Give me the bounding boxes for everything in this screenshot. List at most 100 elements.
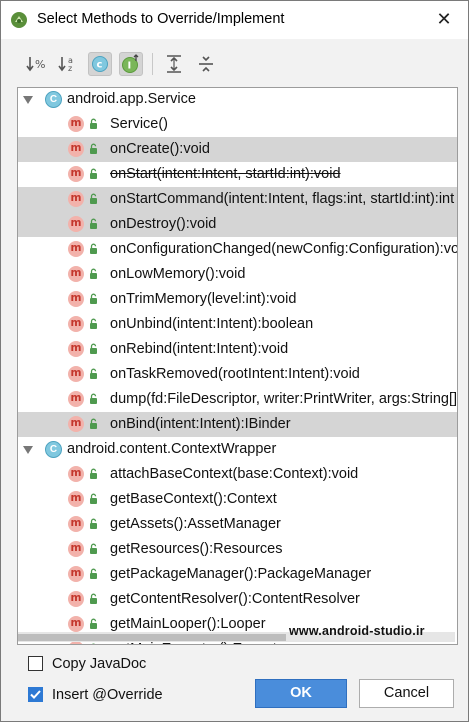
method-signature: onDestroy():void: [110, 216, 217, 232]
method-icon: m: [68, 341, 84, 357]
method-row[interactable]: m getResources():Resources: [18, 537, 457, 562]
visibility-lock-icon: [90, 493, 97, 504]
svg-text:%: %: [35, 58, 45, 71]
method-row[interactable]: m onRebind(intent:Intent):void: [18, 337, 457, 362]
method-signature: onUnbind(intent:Intent):boolean: [110, 316, 314, 332]
method-icon: m: [68, 541, 84, 557]
visibility-lock-icon: [90, 393, 97, 404]
method-row[interactable]: m getPackageManager():PackageManager: [18, 562, 457, 587]
visibility-lock-icon: [90, 168, 97, 179]
method-icon: m: [68, 316, 84, 332]
visibility-lock-icon: [90, 518, 97, 529]
method-signature: getMainLooper():Looper: [110, 616, 266, 632]
title-bar: Select Methods to Override/Implement ✕: [1, 1, 468, 39]
visibility-lock-icon: [90, 543, 97, 554]
override-methods-dialog: Select Methods to Override/Implement ✕ %…: [0, 0, 469, 722]
collapse-all-icon: [199, 56, 213, 72]
visibility-lock-icon: [90, 468, 97, 479]
expand-arrow-icon[interactable]: [23, 446, 33, 454]
method-icon: m: [68, 566, 84, 582]
method-row[interactable]: m onUnbind(intent:Intent):boolean: [18, 312, 457, 337]
method-row[interactable]: m dump(fd:FileDescriptor, writer:PrintWri…: [18, 387, 457, 412]
visibility-lock-icon: [90, 218, 97, 229]
method-signature: Service(): [110, 116, 169, 132]
method-signature: onCreate():void: [110, 141, 210, 157]
copy-javadoc-checkbox[interactable]: [28, 656, 43, 671]
class-name: android.app.Service: [67, 91, 196, 107]
method-icon: m: [68, 591, 84, 607]
method-signature: onTrimMemory(level:int):void: [110, 291, 297, 307]
close-icon[interactable]: ✕: [432, 7, 456, 31]
method-signature: getPackageManager():PackageManager: [110, 566, 372, 582]
method-row[interactable]: m Service(): [18, 112, 457, 137]
method-row[interactable]: m onTaskRemoved(rootIntent:Intent):void: [18, 362, 457, 387]
method-row[interactable]: m onStartCommand(intent:Intent, flags:int…: [18, 187, 457, 212]
visibility-lock-icon: [90, 118, 97, 129]
show-classes-toggle[interactable]: c: [88, 52, 112, 76]
expand-all-button[interactable]: [162, 52, 186, 76]
visibility-lock-icon: [90, 243, 97, 254]
method-row[interactable]: m onDestroy():void: [18, 212, 457, 237]
visibility-lock-icon: [90, 343, 97, 354]
methods-tree[interactable]: Candroid.app.Service m Service() m onCreate(…: [17, 87, 458, 645]
method-row[interactable]: m onLowMemory():void: [18, 262, 457, 287]
sort-by-visibility-button[interactable]: %: [24, 52, 48, 76]
class-icon: C: [45, 441, 62, 458]
sort-alphabetically-icon: a z: [58, 56, 73, 73]
method-icon: m: [68, 116, 84, 132]
cancel-button[interactable]: Cancel: [359, 679, 454, 708]
method-icon: m: [68, 416, 84, 432]
method-signature: onStart(intent:Intent, startId:int):void: [110, 166, 341, 182]
method-icon: m: [68, 141, 84, 157]
method-row[interactable]: m getAssets():AssetManager: [18, 512, 457, 537]
checkmark-icon: [30, 690, 41, 699]
svg-text:c: c: [97, 60, 103, 71]
toolbar-separator: [152, 53, 153, 75]
method-row[interactable]: m getBaseContext():Context: [18, 487, 457, 512]
copy-javadoc-label[interactable]: Copy JavaDoc: [52, 656, 146, 672]
visibility-lock-icon: [90, 193, 97, 204]
method-icon: m: [68, 266, 84, 282]
class-name: android.content.ContextWrapper: [67, 441, 277, 457]
sort-alphabetically-button[interactable]: a z: [56, 52, 80, 76]
method-row[interactable]: m onTrimMemory(level:int):void: [18, 287, 457, 312]
class-node[interactable]: Candroid.app.Service: [18, 88, 457, 112]
dialog-title: Select Methods to Override/Implement: [37, 11, 285, 27]
method-signature: getBaseContext():Context: [110, 491, 277, 507]
method-icon: m: [68, 616, 84, 632]
insert-override-label[interactable]: Insert @Override: [52, 687, 163, 703]
method-signature: onStartCommand(intent:Intent, flags:int,…: [110, 191, 455, 207]
android-studio-icon: [11, 12, 27, 28]
scrollbar-thumb[interactable]: [18, 634, 286, 641]
method-icon: m: [68, 491, 84, 507]
method-icon: m: [68, 391, 84, 407]
expand-arrow-icon[interactable]: [23, 96, 33, 104]
method-signature: onConfigurationChanged(newConfig:Configu…: [110, 241, 458, 257]
method-row[interactable]: m attachBaseContext(base:Context):void: [18, 462, 457, 487]
show-interfaces-icon: I: [122, 54, 139, 73]
visibility-lock-icon: [90, 293, 97, 304]
method-signature: onRebind(intent:Intent):void: [110, 341, 289, 357]
ok-button[interactable]: OK: [255, 679, 347, 708]
method-icon: m: [68, 191, 84, 207]
method-signature: getAssets():AssetManager: [110, 516, 281, 532]
method-signature: getContentResolver():ContentResolver: [110, 591, 360, 607]
method-row[interactable]: m onBind(intent:Intent):IBinder: [18, 412, 457, 437]
method-icon: m: [68, 366, 84, 382]
method-icon: m: [68, 216, 84, 232]
method-signature: attachBaseContext(base:Context):void: [110, 466, 359, 482]
insert-override-checkbox[interactable]: [28, 687, 43, 702]
method-icon: m: [68, 466, 84, 482]
method-row[interactable]: m getContentResolver():ContentResolver: [18, 587, 457, 612]
method-row[interactable]: m onCreate():void: [18, 137, 457, 162]
method-icon: m: [68, 516, 84, 532]
sort-by-visibility-icon: %: [26, 57, 45, 72]
svg-text:z: z: [68, 64, 72, 73]
expand-all-icon: [167, 55, 181, 73]
collapse-all-button[interactable]: [194, 52, 218, 76]
visibility-lock-icon: [90, 593, 97, 604]
method-row[interactable]: m onStart(intent:Intent, startId:int):voi…: [18, 162, 457, 187]
class-node[interactable]: Candroid.content.ContextWrapper: [18, 437, 457, 462]
show-interfaces-toggle[interactable]: I: [119, 52, 143, 76]
method-row[interactable]: m onConfigurationChanged(newConfig:Config…: [18, 237, 457, 262]
